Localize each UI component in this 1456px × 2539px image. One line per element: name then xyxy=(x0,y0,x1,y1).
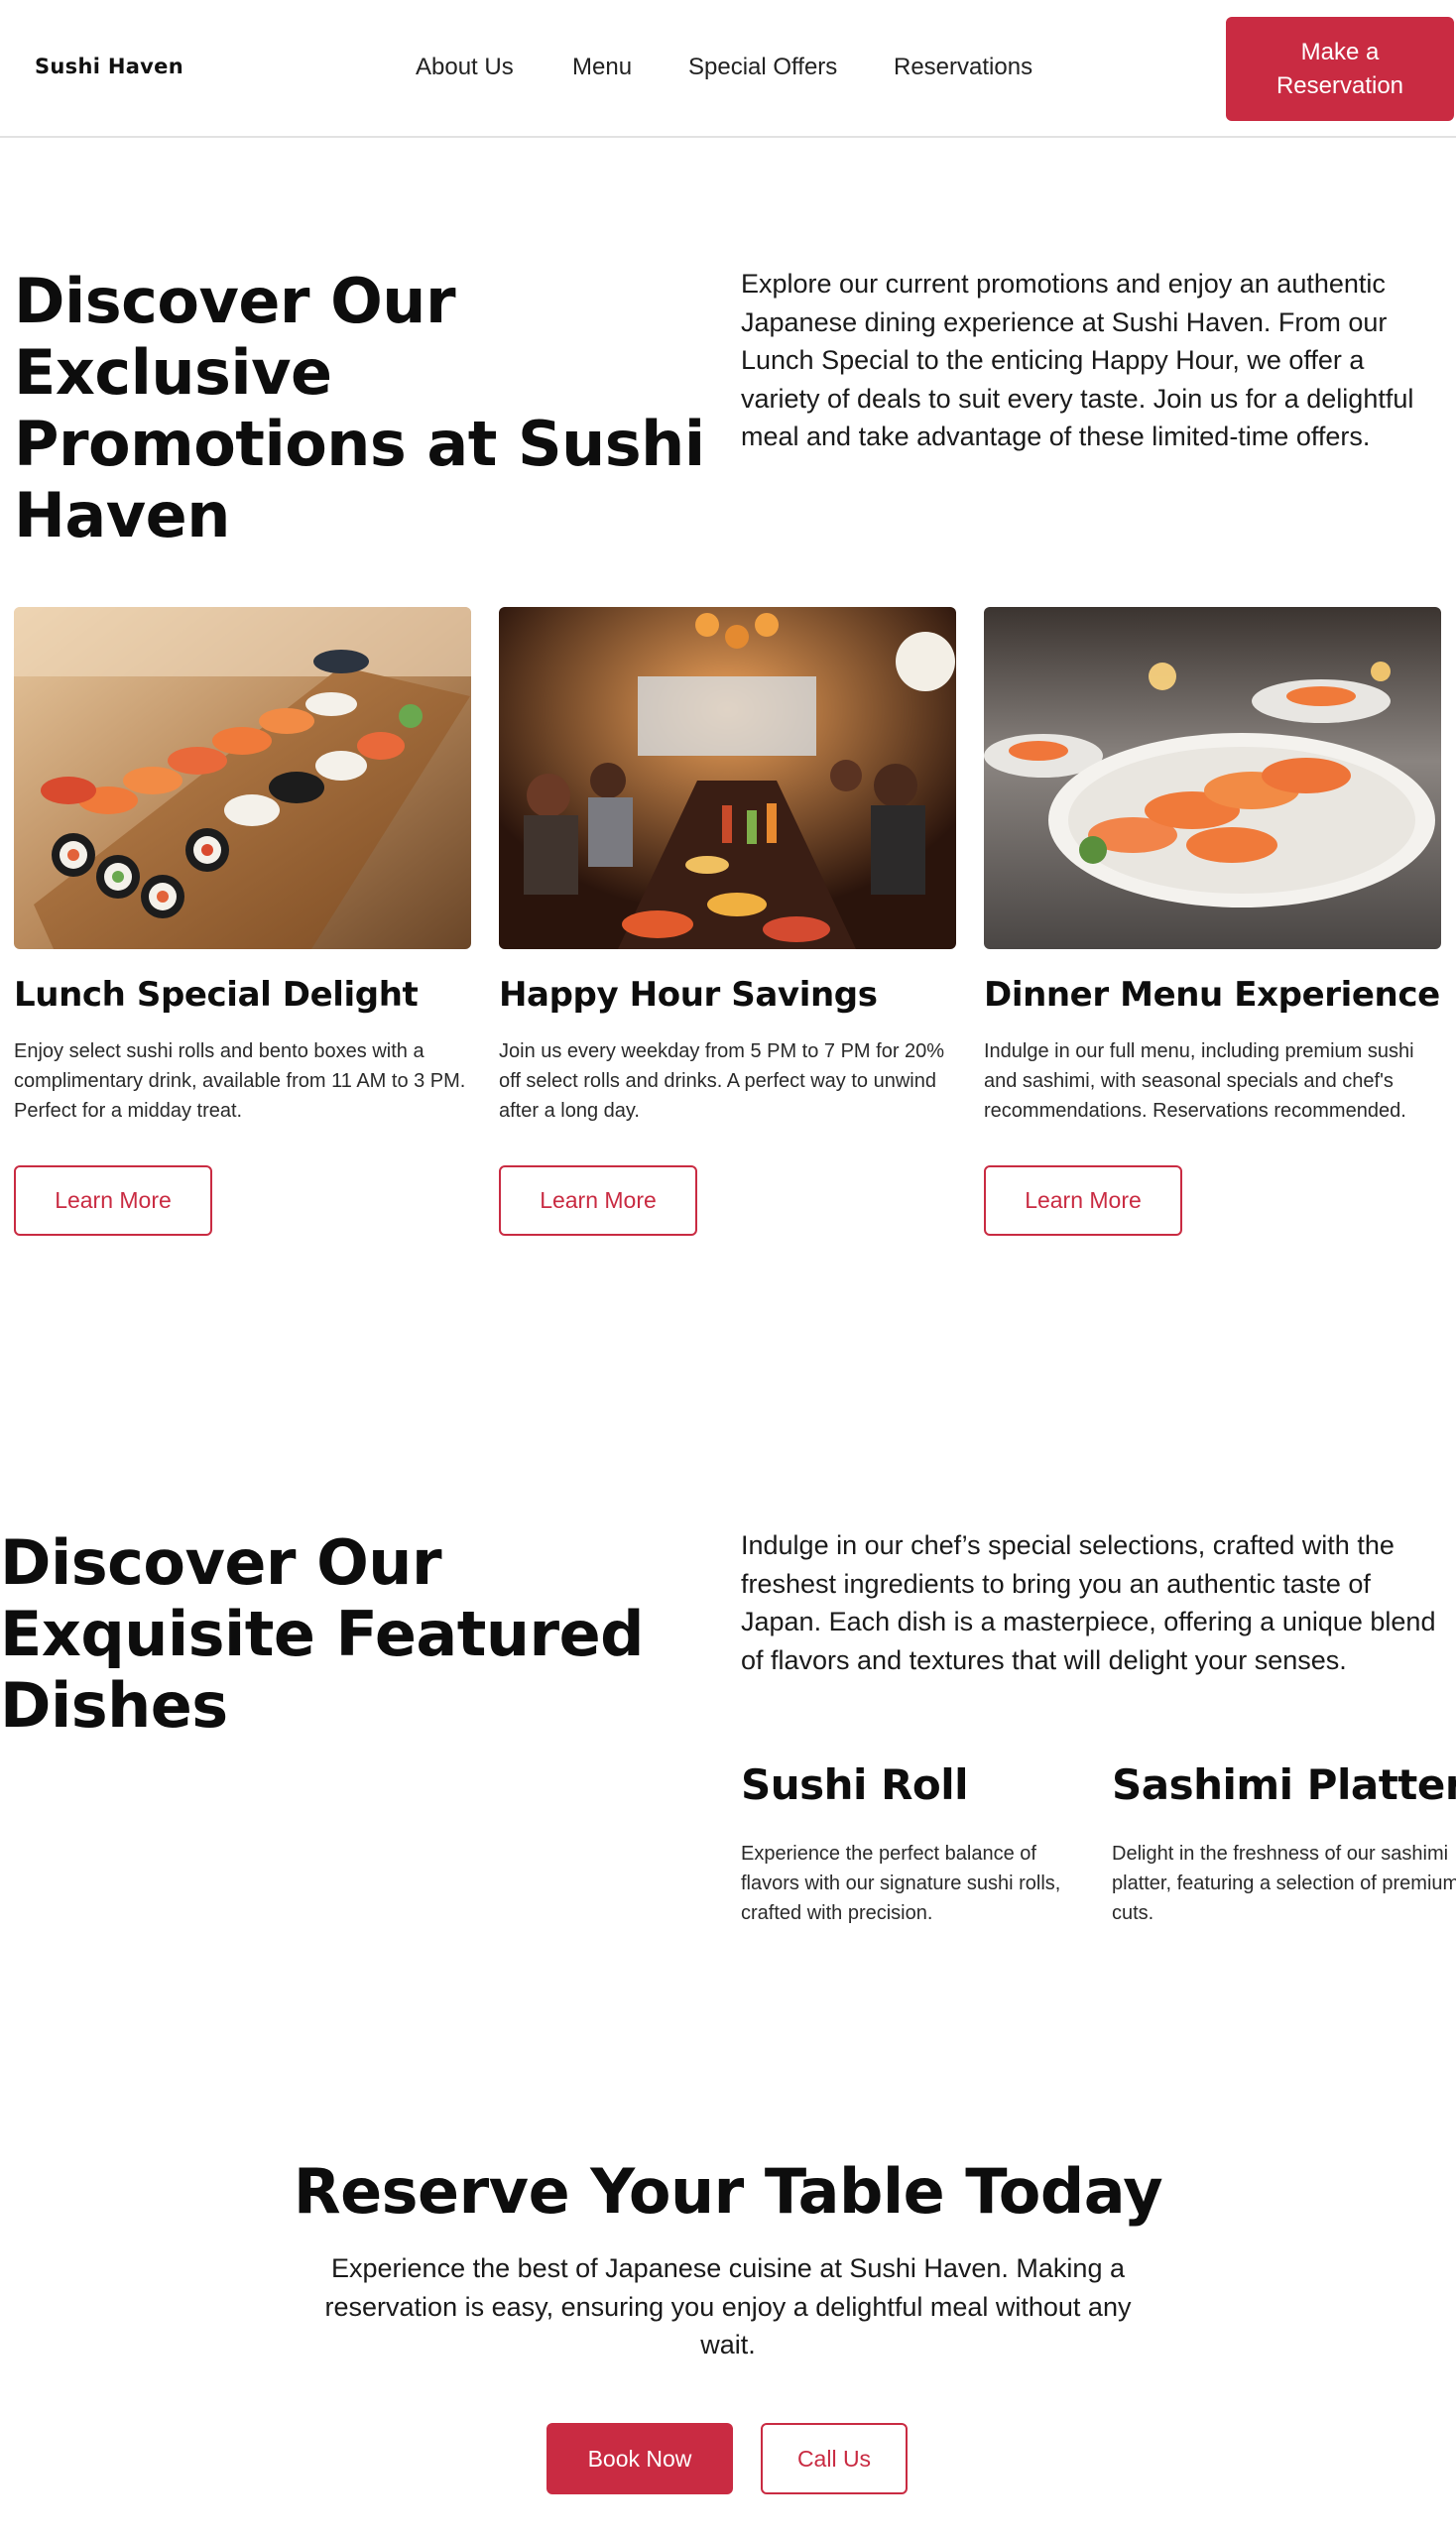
site-header: Sushi Haven About Us Menu Special Offers… xyxy=(0,0,1456,138)
promotions-title: Discover Our Exclusive Promotions at Sus… xyxy=(14,265,705,551)
promo-card-dinner: Dinner Menu Experience Indulge in our fu… xyxy=(984,607,1441,1236)
sushi-platter-image xyxy=(14,607,471,949)
nav-menu[interactable]: Menu xyxy=(572,54,632,81)
learn-more-button[interactable]: Learn More xyxy=(499,1165,697,1236)
promo-card-happy-hour: Happy Hour Savings Join us every weekday… xyxy=(499,607,956,1236)
promotions-lead: Explore our current promotions and enjoy… xyxy=(741,269,1414,451)
dish-title: Sushi Roll xyxy=(741,1760,969,1809)
dish-text: Delight in the freshness of our sashimi … xyxy=(1112,1843,1456,1924)
dish-text: Experience the perfect balance of flavor… xyxy=(741,1843,1061,1924)
reservation-lead: Experience the best of Japanese cuisine … xyxy=(324,2253,1132,2359)
dish-sushi-roll: Sushi Roll Experience the perfect balanc… xyxy=(741,1757,1098,1928)
restaurant-dining-room-image xyxy=(499,607,956,949)
nav-special-offers[interactable]: Special Offers xyxy=(688,54,837,81)
site-logo[interactable]: Sushi Haven xyxy=(35,55,183,78)
reservation-title: Reserve Your Table Today xyxy=(293,2155,1163,2228)
book-now-button[interactable]: Book Now xyxy=(546,2423,733,2494)
call-us-button[interactable]: Call Us xyxy=(761,2423,908,2494)
featured-lead: Indulge in our chef’s special selections… xyxy=(741,1530,1436,1675)
learn-more-button[interactable]: Learn More xyxy=(14,1165,212,1236)
card-title: Happy Hour Savings xyxy=(499,975,878,1015)
dish-title: Sashimi Platter xyxy=(1112,1760,1456,1809)
card-text: Indulge in our full menu, including prem… xyxy=(984,1040,1414,1122)
learn-more-button[interactable]: Learn More xyxy=(984,1165,1182,1236)
card-title: Dinner Menu Experience xyxy=(984,975,1440,1015)
card-title: Lunch Special Delight xyxy=(14,975,419,1015)
featured-title: Discover Our Exquisite Featured Dishes xyxy=(0,1526,645,1742)
nav-about-us[interactable]: About Us xyxy=(416,54,514,81)
nav-reservations[interactable]: Reservations xyxy=(894,54,1032,81)
promo-card-lunch: Lunch Special Delight Enjoy select sushi… xyxy=(14,607,471,1236)
dish-sashimi-platter: Sashimi Platter Delight in the freshness… xyxy=(1112,1757,1456,1928)
make-reservation-button[interactable]: Make a Reservation xyxy=(1226,17,1454,121)
salmon-nigiri-plate-image xyxy=(984,607,1441,949)
card-text: Enjoy select sushi rolls and bento boxes… xyxy=(14,1040,466,1122)
card-text: Join us every weekday from 5 PM to 7 PM … xyxy=(499,1040,945,1122)
